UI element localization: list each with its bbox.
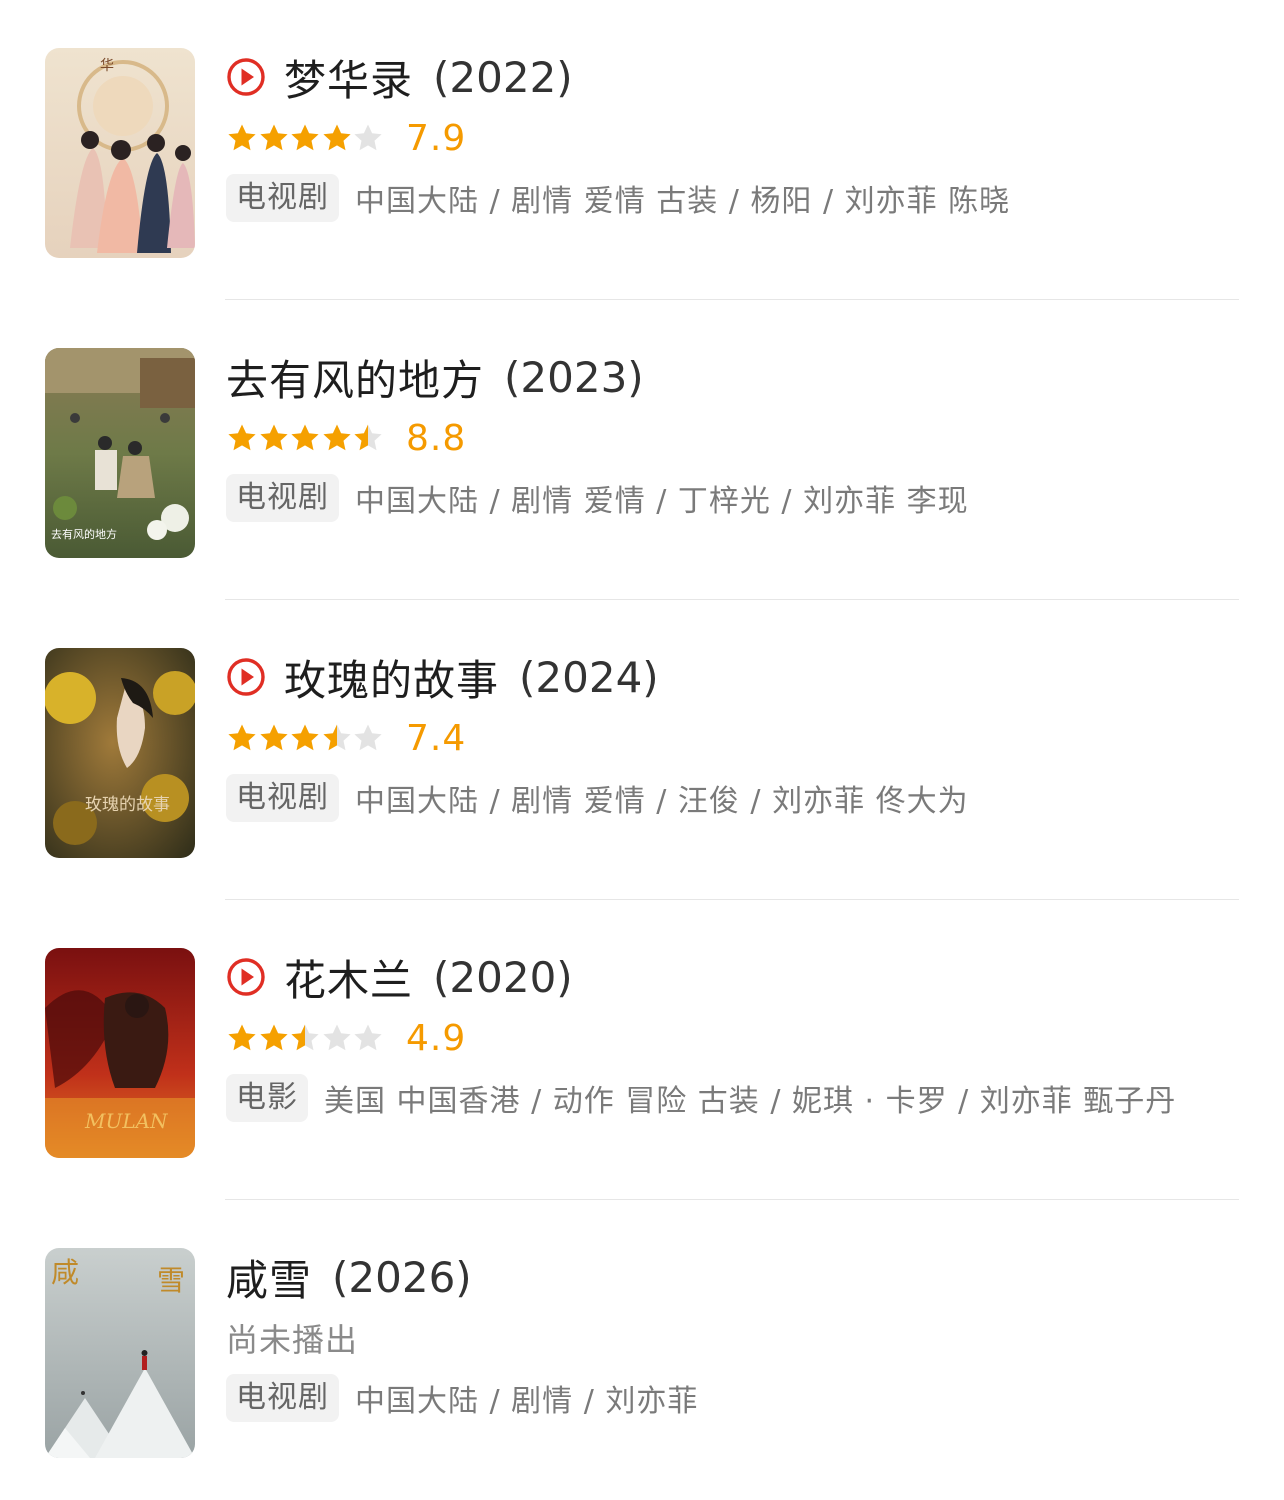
meta-text: 中国大陆 / 剧情 / 刘亦菲: [355, 1384, 699, 1419]
star-icon: [228, 1024, 256, 1051]
type-badge: 电视剧: [226, 174, 339, 222]
rating-row: 7.9: [226, 112, 1246, 164]
svg-text:玫瑰的故事: 玫瑰的故事: [85, 795, 170, 815]
star-icon: [228, 724, 256, 751]
star-rating: [226, 122, 388, 154]
star-icon: [322, 424, 351, 451]
meta-text: 中国大陆 / 剧情 爱情 古装 / 杨阳 / 刘亦菲 陈晓: [355, 184, 1011, 219]
item-year: (2020): [433, 952, 573, 1002]
rating-score: 7.4: [406, 717, 467, 759]
type-badge: 电视剧: [226, 774, 339, 822]
rating-row: 7.4: [226, 712, 1246, 764]
star-rating: [226, 422, 388, 454]
rating-row: 8.8: [226, 412, 1246, 464]
star-icon: [228, 424, 256, 451]
svg-text:咸: 咸: [51, 1256, 79, 1289]
rating-score: 4.9: [406, 1017, 467, 1059]
type-badge: 电视剧: [226, 1374, 339, 1422]
play-circle-icon[interactable]: [226, 957, 266, 997]
title-row[interactable]: 花木兰 (2020): [226, 948, 1246, 1006]
item-title[interactable]: 咸雪: [226, 1247, 312, 1308]
item-info: 花木兰 (2020) 4.9 电影 美国 中国香港 / 动作 冒险 古装 / 妮…: [226, 948, 1246, 1122]
item-info: 去有风的地方 (2023) 8.8 电视剧 中国大陆 / 剧情 爱情 / 丁梓光…: [226, 348, 1246, 522]
star-icon: [228, 124, 256, 151]
poster-image[interactable]: 华: [45, 48, 195, 258]
meta-row: 电影 美国 中国香港 / 动作 冒险 古装 / 妮琪 · 卡罗 / 刘亦菲 甄子…: [226, 1074, 1246, 1122]
title-row[interactable]: 玫瑰的故事 (2024): [226, 648, 1246, 706]
star-icon: [354, 1024, 382, 1051]
list-item[interactable]: 玫瑰的故事 玫瑰的故事 (2024) 7.4 电视剧 中国大陆 / 剧情 爱情 …: [0, 600, 1284, 900]
rating-score: 7.9: [406, 117, 467, 159]
svg-text:去有风的地方: 去有风的地方: [51, 527, 117, 541]
star-rating: [226, 1022, 388, 1054]
star-rating: [226, 722, 388, 754]
star-icon: [354, 724, 382, 751]
item-title[interactable]: 梦华录: [284, 47, 413, 108]
star-icon: [259, 424, 288, 451]
star-icon: [322, 724, 351, 751]
star-icon: [354, 424, 382, 451]
item-year: (2022): [433, 52, 573, 102]
poster-image[interactable]: 咸 雪: [45, 1248, 195, 1458]
star-icon: [259, 724, 288, 751]
star-icon: [291, 124, 319, 151]
play-circle-icon[interactable]: [226, 657, 266, 697]
title-row[interactable]: 咸雪 (2026): [226, 1248, 1246, 1306]
star-icon: [354, 124, 382, 151]
type-badge: 电影: [226, 1074, 308, 1122]
list-item[interactable]: 咸 雪 咸雪 (2026) 尚未播出 电视剧 中国大陆 / 剧情 / 刘亦菲: [0, 1200, 1284, 1500]
item-year: (2024): [519, 652, 659, 702]
star-icon: [291, 424, 319, 451]
list-item[interactable]: 华 梦华录 (2022) 7.9 电视剧 中国大陆 / 剧情 爱情 古装 / 杨…: [0, 0, 1284, 300]
item-info: 梦华录 (2022) 7.9 电视剧 中国大陆 / 剧情 爱情 古装 / 杨阳 …: [226, 48, 1246, 222]
svg-text:华: 华: [100, 58, 114, 74]
type-badge: 电视剧: [226, 474, 339, 522]
play-circle-icon[interactable]: [226, 57, 266, 97]
star-icon: [322, 1024, 351, 1051]
meta-row: 电视剧 中国大陆 / 剧情 爱情 / 丁梓光 / 刘亦菲 李现: [226, 474, 1246, 522]
poster-image[interactable]: 玫瑰的故事: [45, 648, 195, 858]
item-year: (2026): [332, 1252, 472, 1302]
star-icon: [291, 1024, 319, 1051]
rating-score: 8.8: [406, 417, 467, 459]
rating-row: 4.9: [226, 1012, 1246, 1064]
title-row[interactable]: 梦华录 (2022): [226, 48, 1246, 106]
meta-row: 电视剧 中国大陆 / 剧情 爱情 / 汪俊 / 刘亦菲 佟大为: [226, 774, 1246, 822]
list-item[interactable]: MULAN 花木兰 (2020) 4.9 电影 美国 中国香港 / 动作 冒险 …: [0, 900, 1284, 1200]
item-title[interactable]: 花木兰: [284, 947, 413, 1008]
svg-text:MULAN: MULAN: [84, 1109, 169, 1133]
meta-text: 中国大陆 / 剧情 爱情 / 丁梓光 / 刘亦菲 李现: [355, 484, 969, 519]
svg-text:雪: 雪: [157, 1264, 185, 1297]
poster-image[interactable]: 去有风的地方: [45, 348, 195, 558]
status-row: 尚未播出: [226, 1312, 1246, 1364]
unaired-status: 尚未播出: [226, 1321, 359, 1359]
meta-text: 美国 中国香港 / 动作 冒险 古装 / 妮琪 · 卡罗 / 刘亦菲 甄子丹: [324, 1084, 1177, 1119]
item-year: (2023): [504, 352, 644, 402]
star-icon: [291, 724, 319, 751]
star-icon: [259, 1024, 288, 1051]
star-icon: [259, 124, 288, 151]
title-row[interactable]: 去有风的地方 (2023): [226, 348, 1246, 406]
poster-image[interactable]: MULAN: [45, 948, 195, 1158]
meta-row: 电视剧 中国大陆 / 剧情 / 刘亦菲: [226, 1374, 1246, 1422]
star-icon: [322, 124, 351, 151]
item-info: 玫瑰的故事 (2024) 7.4 电视剧 中国大陆 / 剧情 爱情 / 汪俊 /…: [226, 648, 1246, 822]
item-info: 咸雪 (2026) 尚未播出 电视剧 中国大陆 / 剧情 / 刘亦菲: [226, 1248, 1246, 1422]
item-title[interactable]: 玫瑰的故事: [284, 647, 499, 708]
list-item[interactable]: 去有风的地方 去有风的地方 (2023) 8.8 电视剧 中国大陆 / 剧情 爱…: [0, 300, 1284, 600]
item-title[interactable]: 去有风的地方: [226, 347, 484, 408]
meta-row: 电视剧 中国大陆 / 剧情 爱情 古装 / 杨阳 / 刘亦菲 陈晓: [226, 174, 1246, 222]
meta-text: 中国大陆 / 剧情 爱情 / 汪俊 / 刘亦菲 佟大为: [355, 784, 969, 819]
